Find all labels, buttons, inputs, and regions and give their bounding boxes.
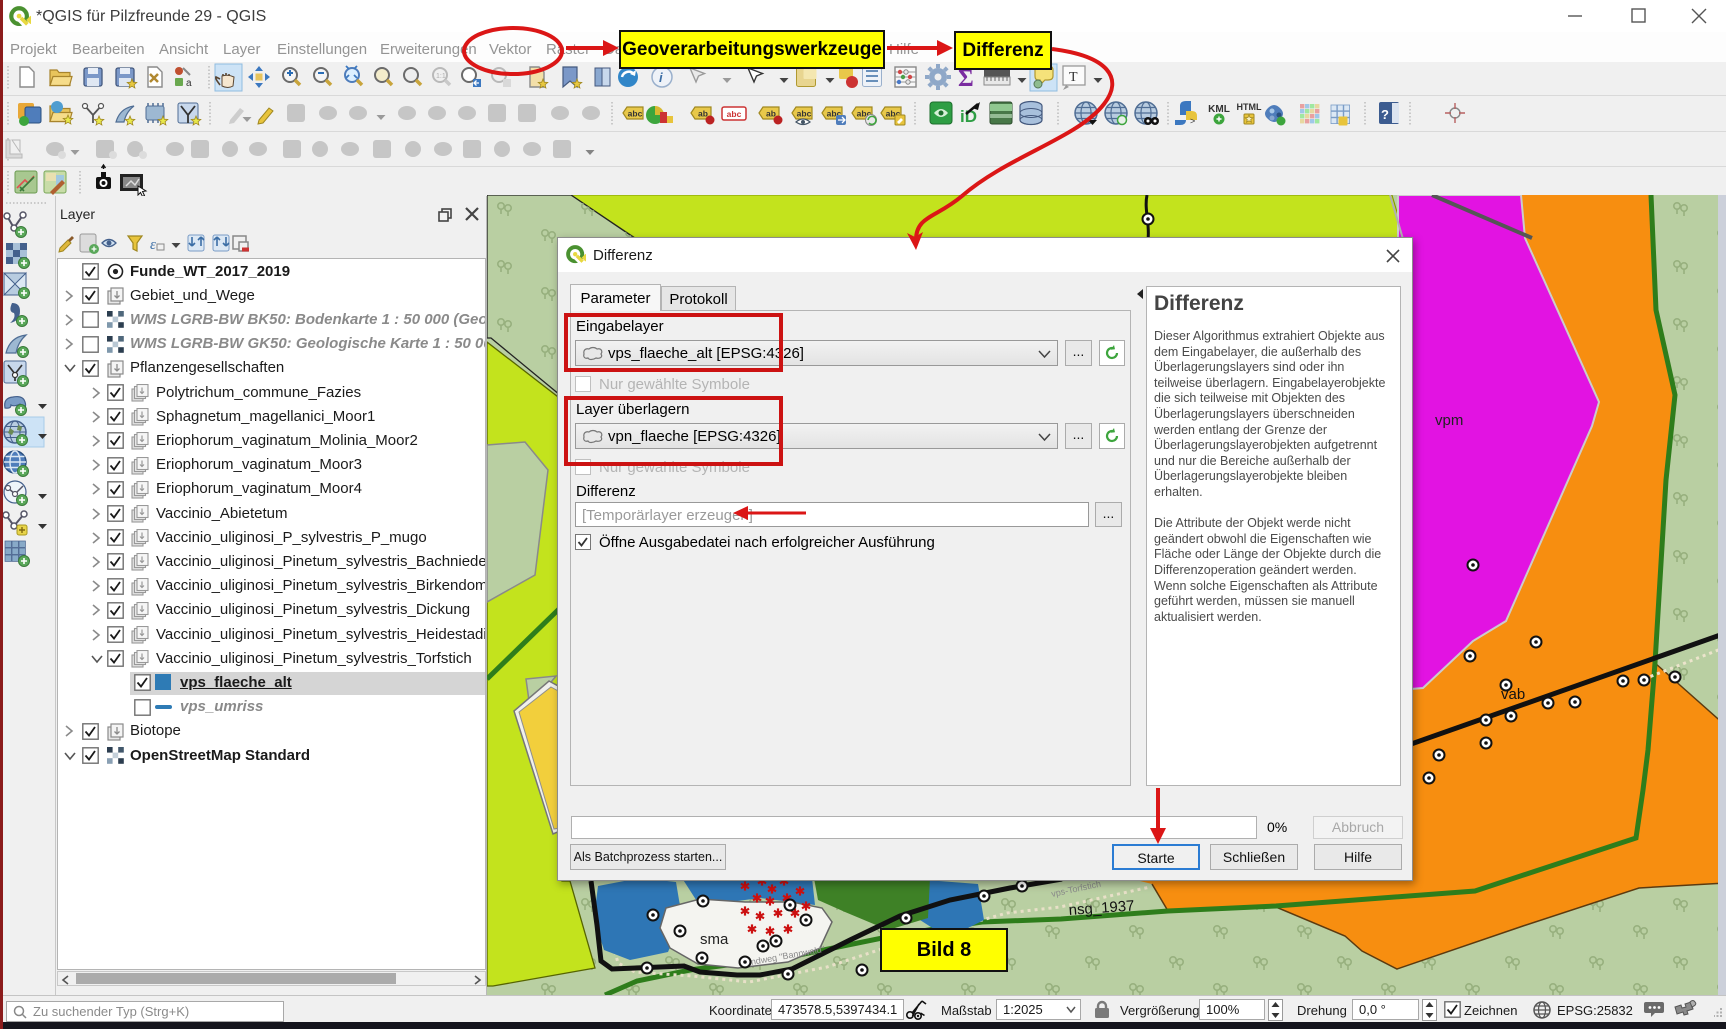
svg-text:abc: abc [628,109,643,119]
svg-text:vpm: vpm [1435,412,1463,429]
svg-text:?: ? [1381,107,1389,122]
svg-text:iD: iD [960,107,977,126]
svg-text:ab: ab [698,109,708,119]
svg-text:abc: abc [727,109,742,119]
svg-text:i: i [659,70,663,85]
svg-text:ab: ab [766,109,776,119]
svg-text:1:1: 1:1 [436,73,446,80]
svg-text:T: T [1069,70,1078,85]
svg-text:ε: ε [150,237,156,253]
svg-text:HTML: HTML [1237,102,1262,112]
svg-text:sma: sma [700,931,729,948]
svg-text:abc: abc [797,109,812,119]
svg-text:a: a [186,78,192,89]
svg-text:>: > [1190,116,1195,126]
svg-text:KML: KML [1208,104,1230,115]
